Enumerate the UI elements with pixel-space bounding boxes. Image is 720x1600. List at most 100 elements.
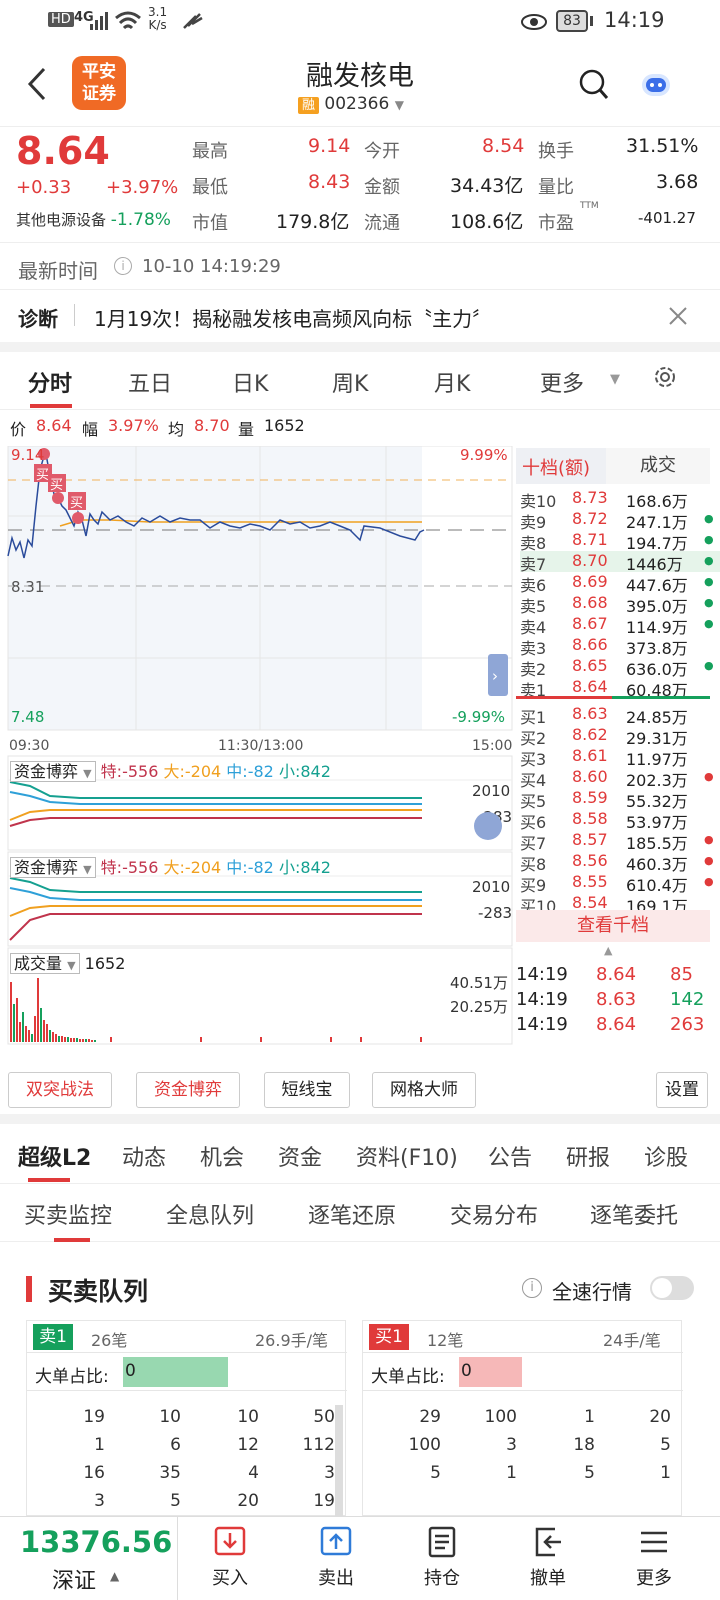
orderbook-row[interactable]: 买5 8.59 55.32万 xyxy=(520,788,720,811)
orderbook-row[interactable]: 买7 8.57 185.5万 ● xyxy=(520,830,720,853)
buy-marker-text: 买 xyxy=(36,468,49,483)
tab-diagnosis[interactable]: 诊股 xyxy=(644,1140,688,1172)
trade-time: 14:19 xyxy=(516,964,568,985)
view-thousand-depth-button[interactable]: 查看千档 xyxy=(516,910,710,942)
tab-f10[interactable]: 资料(F10) xyxy=(356,1140,458,1172)
tab-more[interactable]: 更多 xyxy=(540,366,584,398)
fund-indicator-select[interactable]: 资金博弈 ▼ xyxy=(10,761,96,782)
tab-five-day[interactable]: 五日 xyxy=(128,366,172,398)
orderbook-row[interactable]: 卖7 8.70 1446万 ● xyxy=(520,551,720,574)
tab-full-queue[interactable]: 全息队列 xyxy=(166,1198,254,1230)
more-button[interactable]: 更多 xyxy=(604,1525,704,1590)
info-icon[interactable]: i xyxy=(114,257,132,275)
grid-master-button[interactable]: 网格大师 xyxy=(372,1072,476,1108)
stock-code: 002366 xyxy=(324,94,390,114)
tab-trade-distribution[interactable]: 交易分布 xyxy=(450,1198,538,1230)
stock-code-row[interactable]: 融 002366 ▼ xyxy=(298,94,404,114)
gear-icon[interactable] xyxy=(652,364,678,390)
fullscreen-icon[interactable] xyxy=(474,812,502,840)
search-icon[interactable] xyxy=(578,68,610,102)
fast-quote-toggle[interactable] xyxy=(650,1276,694,1300)
info-icon[interactable]: i xyxy=(522,1278,542,1298)
chevron-down-icon: ▼ xyxy=(67,959,76,972)
settings-button[interactable]: 设置 xyxy=(656,1072,708,1108)
orderbook-row[interactable]: 买1 8.63 24.85万 xyxy=(520,704,720,727)
short-term-tool-button[interactable]: 短线宝 xyxy=(264,1072,350,1108)
fund-axis-top: 2010 xyxy=(472,878,510,896)
volume-indicator-select[interactable]: 成交量 ▼ xyxy=(10,953,80,974)
clock: 14:19 xyxy=(604,8,665,32)
ask1-avg: 26.9手/笔 xyxy=(255,1331,329,1350)
orderbook-row[interactable]: 卖3 8.66 373.8万 xyxy=(520,635,720,658)
fund-game-button[interactable]: 资金博弈 xyxy=(136,1072,240,1108)
fund-indicator-select[interactable]: 资金博弈 ▼ xyxy=(10,857,96,878)
fund-mid: 中:-82 xyxy=(226,858,274,877)
volume-ratio-value: 3.68 xyxy=(656,171,699,193)
orderbook-row[interactable]: 卖10 8.73 168.6万 xyxy=(520,488,720,511)
volume-bar xyxy=(37,978,39,1042)
orderbook-row[interactable]: 买6 8.58 53.97万 xyxy=(520,809,720,832)
ask-big-ratio-row: 大单占比: 0 xyxy=(27,1353,347,1391)
sector-row[interactable]: 其他电源设备 -1.78% xyxy=(16,209,171,230)
diagnosis-banner[interactable]: 诊断 1月19次！揭秘融发核电高频风向标〝主力〞 xyxy=(0,292,720,342)
tab-trade-monitor[interactable]: 买卖监控 xyxy=(24,1198,112,1230)
orderbook-row[interactable]: 卖1 8.64 60.48万 xyxy=(520,677,720,700)
orderbook-row[interactable]: 卖4 8.67 114.9万 ● xyxy=(520,614,720,637)
expand-handle[interactable] xyxy=(488,654,508,696)
close-icon[interactable] xyxy=(668,306,688,326)
fund-line-super xyxy=(9,781,422,799)
orderbook-row[interactable]: 卖9 8.72 247.1万 ● xyxy=(520,509,720,532)
tab-announcements[interactable]: 公告 xyxy=(488,1140,532,1172)
orderbook-row[interactable]: 买4 8.60 202.3万 ● xyxy=(520,767,720,790)
level-price: 8.57 xyxy=(572,830,608,849)
fund-super-label: 特: xyxy=(100,762,123,781)
orderbook-row[interactable]: 买8 8.56 460.3万 ● xyxy=(520,851,720,874)
double-break-strategy-button[interactable]: 双突战法 xyxy=(8,1072,112,1108)
tab-tick-replay[interactable]: 逐笔还原 xyxy=(308,1198,396,1230)
volume-bar xyxy=(58,1036,60,1042)
info-tabs: 超级L2 动态 机会 资金 资料(F10) 公告 研报 诊股 xyxy=(0,1124,720,1184)
orderbook-row[interactable]: 买2 8.62 29.31万 xyxy=(520,725,720,748)
chevron-up-icon[interactable]: ▲ xyxy=(604,944,612,957)
level-price: 8.60 xyxy=(572,767,608,786)
orderbook-tab-trades[interactable]: 成交 xyxy=(606,448,710,484)
level-price: 8.65 xyxy=(572,656,608,675)
volume-bar xyxy=(46,1024,48,1042)
orderbook-row[interactable]: 卖6 8.69 447.6万 ● xyxy=(520,572,720,595)
orderbook-row[interactable]: 买9 8.55 610.4万 ● xyxy=(520,872,720,895)
trade-time: 14:19 xyxy=(516,1014,568,1035)
sector-pct: -1.78% xyxy=(110,210,171,230)
scrollbar[interactable] xyxy=(335,1405,343,1517)
tab-daily-k[interactable]: 日K xyxy=(232,366,268,398)
fund-large: 大:-204 xyxy=(163,858,221,877)
queue-cell: 1 xyxy=(584,1407,595,1427)
tab-research[interactable]: 研报 xyxy=(566,1140,610,1172)
tab-opportunity[interactable]: 机会 xyxy=(200,1140,244,1172)
orderbook-row[interactable]: 卖8 8.71 194.7万 ● xyxy=(520,530,720,553)
robot-assistant-icon[interactable] xyxy=(640,68,672,100)
tab-funds[interactable]: 资金 xyxy=(278,1140,322,1172)
tab-order-detail[interactable]: 逐笔委托 xyxy=(590,1198,678,1230)
tab-news[interactable]: 动态 xyxy=(122,1140,166,1172)
orderbook-tab-depth[interactable]: 十档(额) xyxy=(522,454,590,480)
tab-monthly-k[interactable]: 月K xyxy=(434,366,470,398)
fund-panel-header: 资金博弈 ▼ 特:-556 大:-204 中:-82 小:842 xyxy=(10,854,331,878)
sell-button[interactable]: 卖出 xyxy=(286,1525,386,1590)
tab-intraday[interactable]: 分时 xyxy=(28,366,72,398)
tab-weekly-k[interactable]: 周K xyxy=(332,366,368,398)
fund-small-value: 842 xyxy=(300,762,331,781)
back-icon[interactable] xyxy=(24,66,50,102)
index-widget[interactable]: 13376.56 深证 ▲ xyxy=(0,1517,178,1600)
volume-axis-mid: 20.25万 xyxy=(450,998,508,1016)
positions-button[interactable]: 持仓 xyxy=(392,1525,492,1590)
net-speed-value: 3.1 xyxy=(148,5,168,19)
tab-super-l2[interactable]: 超级L2 xyxy=(18,1140,91,1172)
orderbook-row[interactable]: 卖5 8.68 395.0万 ● xyxy=(520,593,720,616)
big-order-ratio-label: 大单占比: xyxy=(371,1367,445,1387)
cancel-order-button[interactable]: 撤单 xyxy=(498,1525,598,1590)
fund-line-super xyxy=(9,877,422,893)
buy-button[interactable]: 买入 xyxy=(180,1525,280,1590)
orderbook-row[interactable]: 卖2 8.65 636.0万 ● xyxy=(520,656,720,679)
orderbook-row[interactable]: 买3 8.61 11.97万 xyxy=(520,746,720,769)
trade-marker xyxy=(52,492,64,504)
